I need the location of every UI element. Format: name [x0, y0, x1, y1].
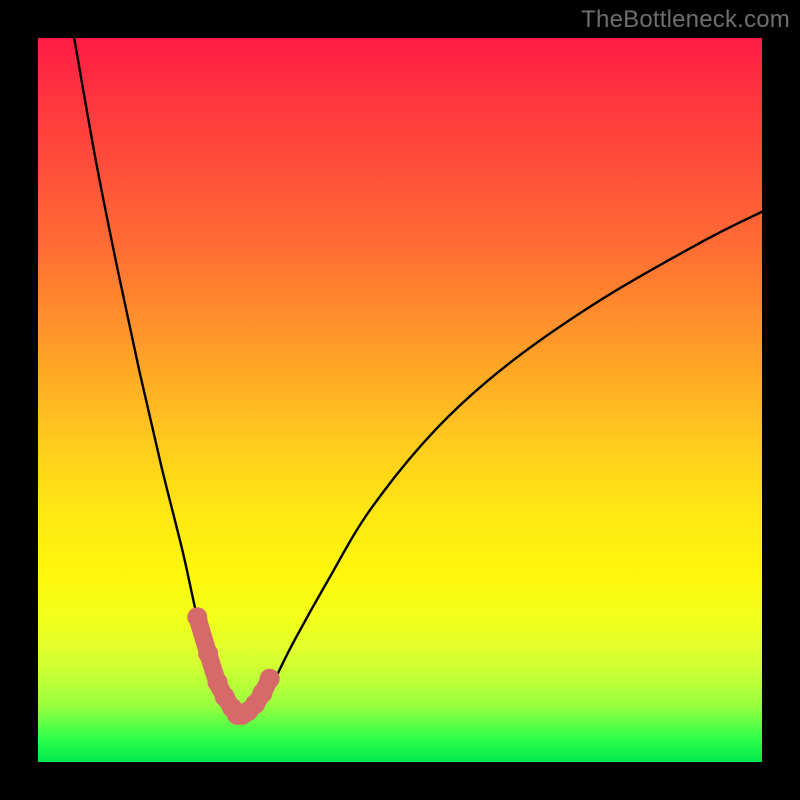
- highlight-dot: [260, 669, 280, 689]
- bottleneck-curve: [74, 38, 762, 719]
- highlight-dot: [187, 607, 207, 627]
- highlight-bottom-curve: [187, 607, 279, 725]
- bottleneck-curve-path: [74, 38, 762, 719]
- chart-frame: TheBottleneck.com: [0, 0, 800, 800]
- watermark-text: TheBottleneck.com: [581, 6, 790, 34]
- plot-area: [38, 38, 762, 762]
- highlight-dot: [198, 643, 218, 663]
- curve-layer: [38, 38, 762, 762]
